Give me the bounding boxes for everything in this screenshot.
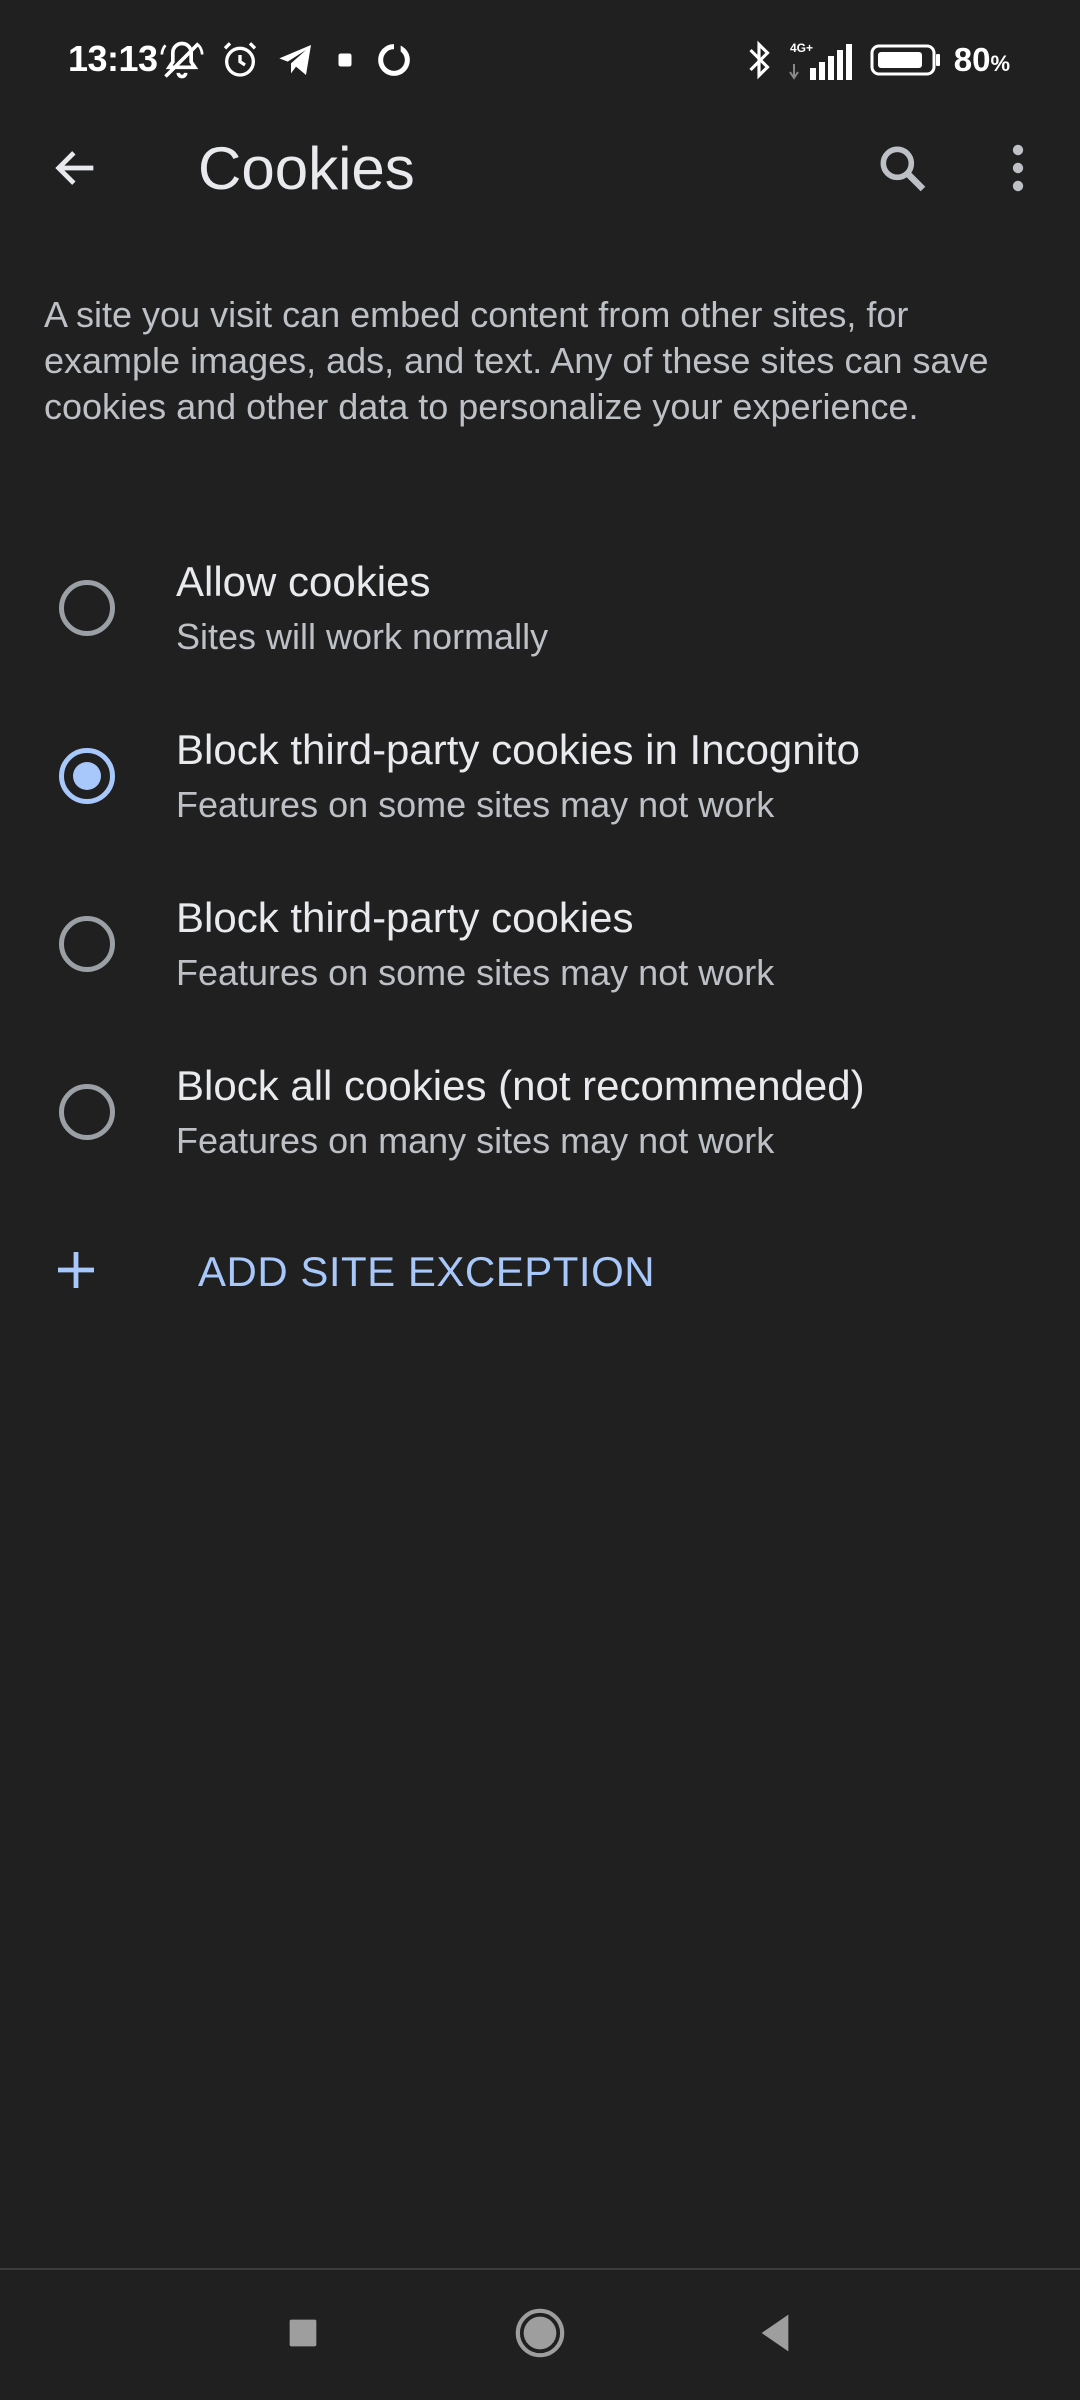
status-icons-left bbox=[160, 38, 414, 82]
search-icon bbox=[874, 140, 930, 201]
radio-button[interactable] bbox=[59, 916, 115, 972]
recents-button[interactable] bbox=[258, 2290, 348, 2380]
option-allow-cookies[interactable]: Allow cookies Sites will work normally bbox=[0, 540, 1080, 708]
option-subtitle: Features on some sites may not work bbox=[176, 952, 775, 993]
radio-selected-dot bbox=[73, 762, 101, 790]
add-site-exception-label: ADD SITE EXCEPTION bbox=[198, 1248, 656, 1295]
option-subtitle: Sites will work normally bbox=[176, 616, 549, 657]
radio-button[interactable] bbox=[59, 580, 115, 636]
option-title: Block third-party cookies bbox=[176, 894, 634, 941]
nav-back-button[interactable] bbox=[730, 2290, 820, 2380]
back-triangle-icon bbox=[755, 2311, 795, 2360]
recents-square-icon bbox=[283, 2313, 323, 2358]
option-title: Block third-party cookies in Incognito bbox=[176, 726, 860, 773]
add-site-exception-button[interactable]: ADD SITE EXCEPTION bbox=[0, 1222, 1080, 1322]
page-title: Cookies bbox=[198, 135, 415, 202]
more-options-button[interactable] bbox=[970, 122, 1066, 218]
option-title: Allow cookies bbox=[176, 558, 431, 605]
back-arrow-icon bbox=[50, 142, 102, 199]
cookie-options-radio-group: Allow cookies Sites will work normally B… bbox=[0, 540, 1080, 1212]
telegram-icon bbox=[276, 40, 316, 80]
radio-button-selected[interactable] bbox=[59, 748, 115, 804]
option-subtitle: Features on some sites may not work bbox=[176, 784, 775, 825]
battery-percentage: 80% bbox=[954, 41, 1010, 79]
radio-button[interactable] bbox=[59, 1084, 115, 1140]
status-bar: 13:13 4G+ 80% bbox=[0, 0, 1080, 120]
status-time: 13:13 bbox=[68, 38, 158, 79]
search-button[interactable] bbox=[854, 122, 950, 218]
ring-icon bbox=[374, 40, 414, 80]
small-square-icon bbox=[332, 47, 358, 73]
battery-value: 80 bbox=[953, 41, 991, 78]
home-button[interactable] bbox=[495, 2290, 585, 2380]
system-nav-bar bbox=[0, 2270, 1080, 2400]
app-bar: Cookies bbox=[0, 120, 1080, 220]
cookies-description: A site you visit can embed content from … bbox=[44, 294, 989, 427]
option-subtitle: Features on many sites may not work bbox=[176, 1120, 775, 1161]
battery-icon bbox=[870, 40, 942, 80]
signal-icon: 4G+ bbox=[788, 38, 858, 82]
option-block-all-cookies[interactable]: Block all cookies (not recommended) Feat… bbox=[0, 1044, 1080, 1212]
home-circle-icon bbox=[512, 2305, 568, 2366]
status-icons-right: 4G+ 80% bbox=[742, 36, 1010, 84]
plus-icon bbox=[52, 1246, 100, 1294]
option-block-third-party[interactable]: Block third-party cookies Features on so… bbox=[0, 876, 1080, 1044]
option-title: Block all cookies (not recommended) bbox=[176, 1062, 865, 1109]
option-block-third-party-incognito[interactable]: Block third-party cookies in Incognito F… bbox=[0, 708, 1080, 876]
bluetooth-icon bbox=[742, 38, 776, 82]
network-label: 4G+ bbox=[790, 41, 813, 55]
alarm-icon bbox=[220, 40, 260, 80]
back-button[interactable] bbox=[28, 122, 124, 218]
battery-unit: % bbox=[990, 51, 1010, 76]
more-vert-icon bbox=[994, 140, 1042, 201]
muted-bell-icon bbox=[160, 38, 204, 82]
